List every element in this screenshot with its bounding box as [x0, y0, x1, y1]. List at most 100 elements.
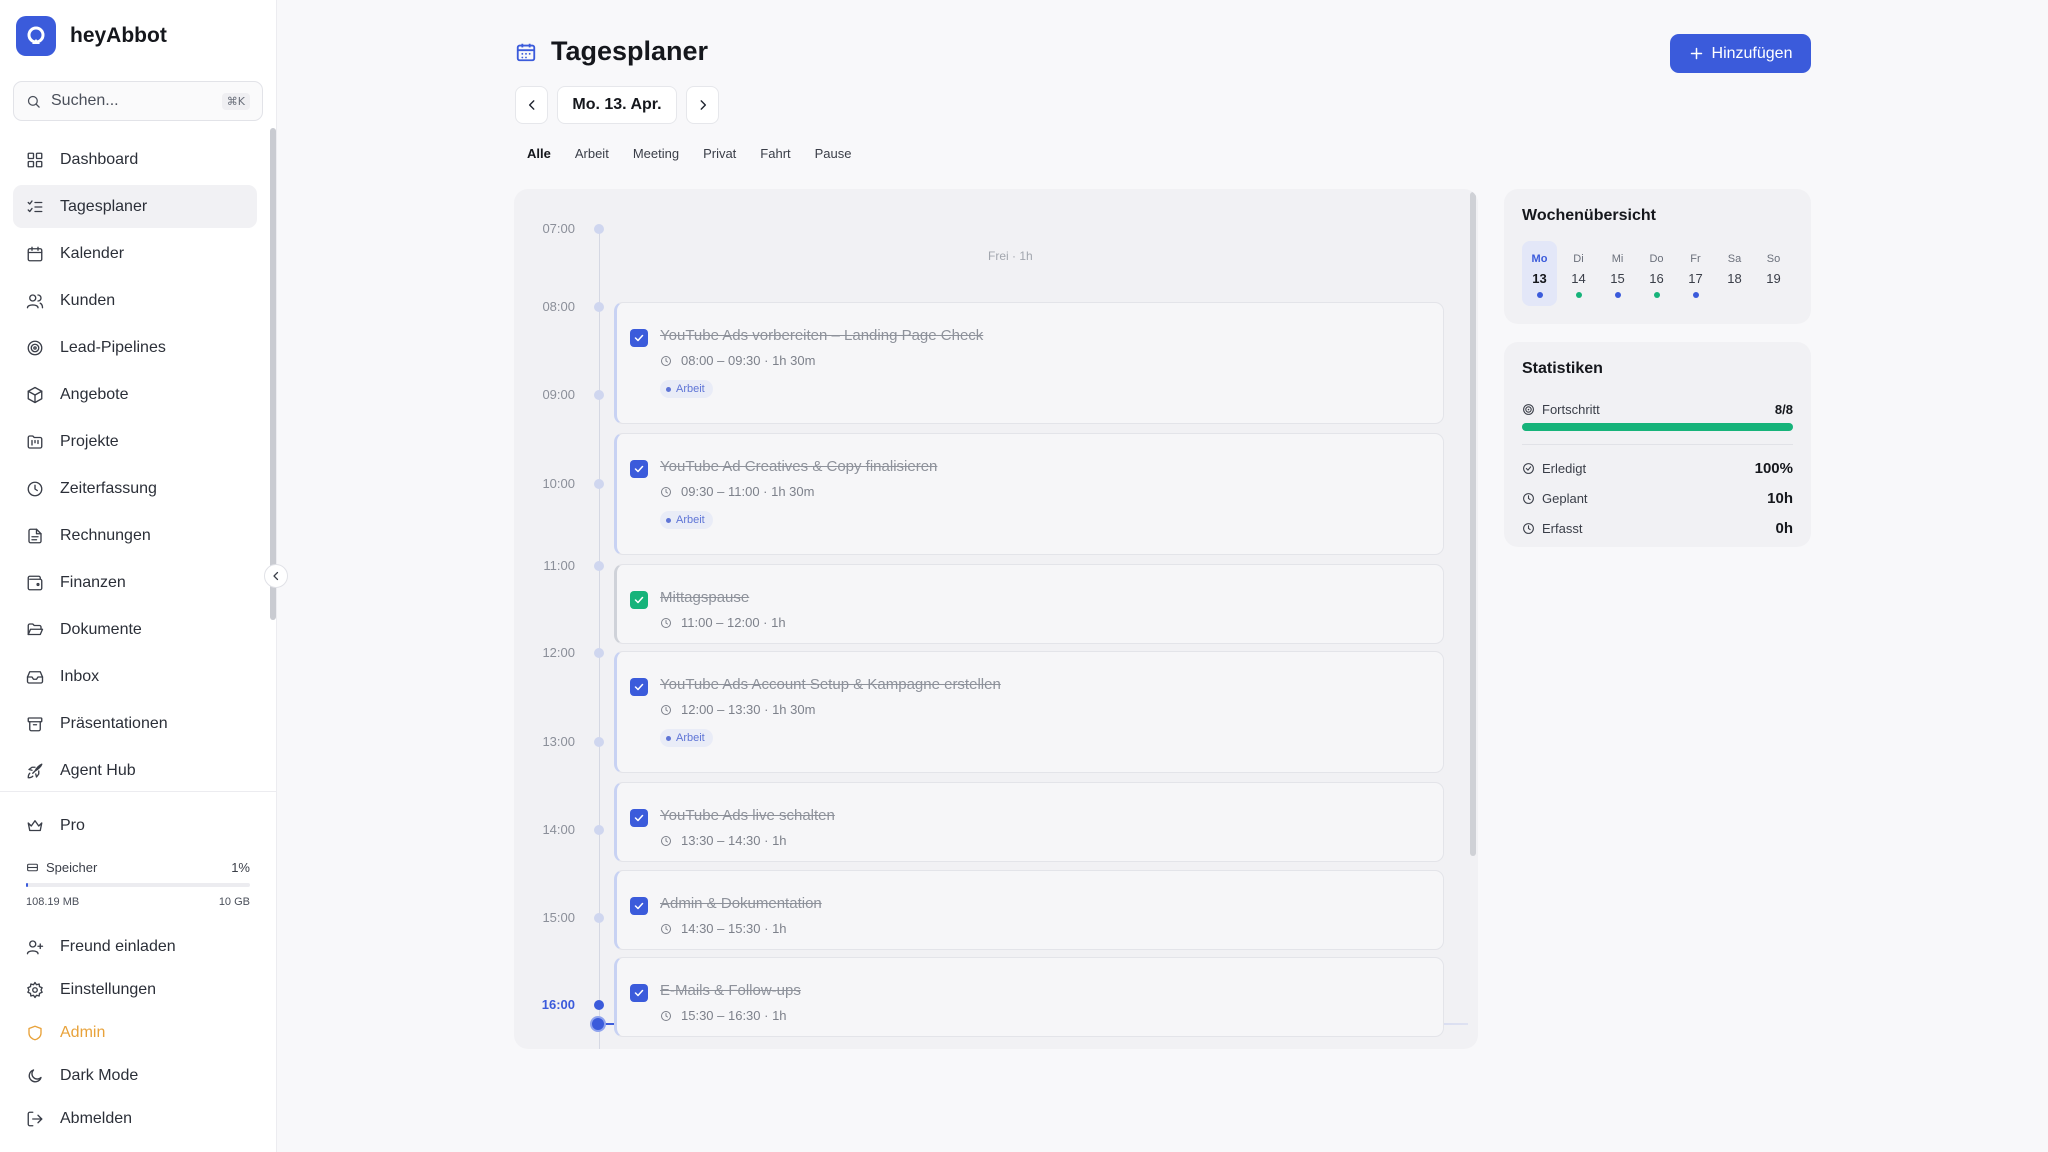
sidebar-item-label: Dokumente: [60, 620, 142, 638]
sidebar-item-praesentationen[interactable]: Präsentationen: [13, 702, 257, 745]
timer-icon: [1523, 523, 1534, 534]
previous-day-button[interactable]: [515, 86, 548, 124]
brand[interactable]: heyAbbot: [16, 16, 167, 56]
next-day-button[interactable]: [686, 86, 719, 124]
add-button[interactable]: Hinzufügen: [1670, 34, 1811, 73]
sidebar-item-inbox[interactable]: Inbox: [13, 655, 257, 698]
tag-dot: [666, 517, 671, 523]
week-day-di[interactable]: Di 14: [1561, 241, 1596, 306]
sidebar-item-label: Abmelden: [60, 1109, 133, 1127]
sidebar-item-projekte[interactable]: Projekte: [13, 420, 257, 463]
rocket-icon: [27, 763, 43, 778]
timeline-event[interactable]: YouTube Ads vorbereiten – Landing Page C…: [614, 302, 1444, 424]
sidebar-item-pro[interactable]: Pro: [13, 804, 257, 847]
event-time: 08:00 – 09:30 · 1h 30m: [660, 353, 815, 368]
hour-marker: 11:00: [514, 556, 609, 576]
event-title: YouTube Ads Account Setup & Kampagne ers…: [660, 676, 1001, 693]
sidebar-item-dark-mode[interactable]: Dark Mode: [13, 1054, 257, 1097]
week-overview-title: Wochenübersicht: [1522, 207, 1656, 224]
event-checkbox[interactable]: [630, 897, 648, 915]
event-checkbox[interactable]: [630, 460, 648, 478]
brand-name: heyAbbot: [70, 24, 167, 47]
event-checkbox[interactable]: [630, 678, 648, 696]
day-name: Di: [1573, 253, 1584, 265]
stat-planned-value: 10h: [1767, 490, 1793, 507]
stat-tracked: Erfasst 0h: [1522, 520, 1793, 537]
filter-tab-arbeit[interactable]: Arbeit: [563, 145, 621, 163]
event-checkbox[interactable]: [630, 809, 648, 827]
hour-label: 09:00: [542, 387, 575, 402]
collapse-sidebar-button[interactable]: [264, 564, 288, 588]
day-status-dot: [1576, 292, 1582, 298]
log-out-icon: [27, 1111, 43, 1126]
timeline-event[interactable]: Admin & Dokumentation 14:30 – 15:30 · 1h: [614, 870, 1444, 950]
event-time: 12:00 – 13:30 · 1h 30m: [660, 702, 815, 717]
hour-label: 15:00: [542, 910, 575, 925]
week-day-fr[interactable]: Fr 17: [1678, 241, 1713, 306]
event-checkbox[interactable]: [630, 329, 648, 347]
sidebar-item-zeiterfassung[interactable]: Zeiterfassung: [13, 467, 257, 510]
sidebar-item-label: Präsentationen: [60, 714, 168, 732]
filter-tab-fahrt[interactable]: Fahrt: [748, 145, 802, 163]
sidebar-item-tagesplaner[interactable]: Tagesplaner: [13, 185, 257, 228]
sidebar-divider: [0, 791, 277, 792]
stat-done: Erledigt 100%: [1522, 460, 1793, 477]
hour-label: 16:00: [541, 997, 575, 1012]
clock-icon: [661, 1010, 671, 1021]
stat-progress: Fortschritt 8/8: [1522, 402, 1793, 417]
clock-icon: [661, 617, 671, 628]
week-day-do[interactable]: Do 16: [1639, 241, 1674, 306]
hour-dot: [594, 561, 604, 571]
search-input[interactable]: Suchen... ⌘K: [13, 81, 263, 121]
progress-bar-fill: [1522, 423, 1793, 431]
sidebar-item-admin[interactable]: Admin: [13, 1011, 257, 1054]
week-day-so[interactable]: So 19: [1756, 241, 1791, 306]
search-shortcut: ⌘K: [221, 92, 250, 110]
sidebar-item-einstellungen[interactable]: Einstellungen: [13, 968, 257, 1011]
sidebar-item-abmelden[interactable]: Abmelden: [13, 1097, 257, 1140]
day-name: Sa: [1727, 253, 1742, 265]
sidebar-item-label: Tagesplaner: [60, 197, 148, 215]
progress-bar: [1522, 423, 1793, 431]
sidebar-item-kunden[interactable]: Kunden: [13, 279, 257, 322]
filter-tab-alle[interactable]: Alle: [515, 145, 563, 163]
timeline-event[interactable]: YouTube Ad Creatives & Copy finalisieren…: [614, 433, 1444, 555]
page-header: Tagesplaner: [515, 36, 708, 67]
clock-icon: [661, 923, 671, 934]
clock-icon: [661, 355, 671, 366]
sidebar-item-finanzen[interactable]: Finanzen: [13, 561, 257, 604]
timeline-event[interactable]: YouTube Ads Account Setup & Kampagne ers…: [614, 651, 1444, 773]
event-tag-label: Arbeit: [676, 732, 705, 744]
event-checkbox[interactable]: [630, 984, 648, 1002]
sidebar-scrollbar[interactable]: [270, 128, 276, 620]
date-picker-button[interactable]: Mo. 13. Apr.: [557, 86, 677, 124]
hour-label: 07:00: [542, 221, 575, 236]
day-number: 17: [1688, 271, 1703, 286]
sidebar-item-dashboard[interactable]: Dashboard: [13, 138, 257, 181]
filter-tab-privat[interactable]: Privat: [691, 145, 748, 163]
stat-planned: Geplant 10h: [1522, 490, 1793, 507]
clock-icon: [1523, 493, 1534, 504]
sidebar-item-freund-einladen[interactable]: Freund einladen: [13, 925, 257, 968]
sidebar-item-kalender[interactable]: Kalender: [13, 232, 257, 275]
timeline-panel: Frei · 1h 07:00 08:00 09:00 10:00 11:00 12:00…: [514, 189, 1478, 1049]
storage-label: Speicher: [46, 860, 98, 875]
sidebar-item-agent-hub[interactable]: Agent Hub: [13, 749, 257, 792]
filter-tab-meeting[interactable]: Meeting: [621, 145, 691, 163]
timeline-scrollbar[interactable]: [1470, 192, 1476, 856]
filter-tab-pause[interactable]: Pause: [803, 145, 864, 163]
timeline-event[interactable]: E-Mails & Follow-ups 15:30 – 16:30 · 1h: [614, 957, 1444, 1037]
timeline-event[interactable]: Mittagspause 11:00 – 12:00 · 1h: [614, 564, 1444, 644]
hour-marker: 15:00: [514, 908, 609, 928]
event-checkbox[interactable]: [630, 591, 648, 609]
sidebar-item-dokumente[interactable]: Dokumente: [13, 608, 257, 651]
week-day-sa[interactable]: Sa 18: [1717, 241, 1752, 306]
day-status-dot: [1537, 292, 1543, 298]
sidebar-item-angebote[interactable]: Angebote: [13, 373, 257, 416]
timeline-event[interactable]: YouTube Ads live schalten 13:30 – 14:30 …: [614, 782, 1444, 862]
sidebar-item-lead-pipelines[interactable]: Lead-Pipelines: [13, 326, 257, 369]
week-day-mi[interactable]: Mi 15: [1600, 241, 1635, 306]
sidebar-item-rechnungen[interactable]: Rechnungen: [13, 514, 257, 557]
search-icon: [27, 95, 40, 108]
week-day-mo[interactable]: Mo 13: [1522, 241, 1557, 306]
